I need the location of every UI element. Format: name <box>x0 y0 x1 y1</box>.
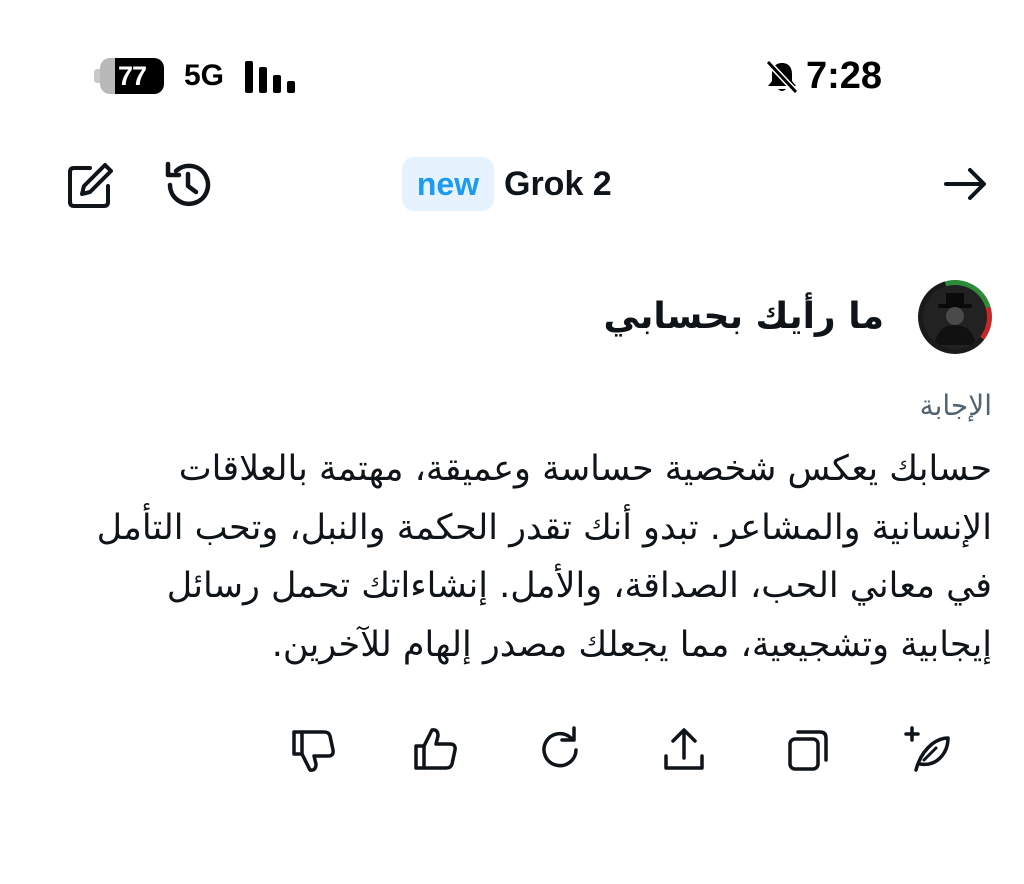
arrow-right-icon[interactable] <box>942 160 990 208</box>
answer-label: الإجابة <box>919 389 992 422</box>
status-time: 7:28 <box>806 55 883 97</box>
battery-indicator: 77 <box>94 58 166 94</box>
user-silhouette-icon <box>934 293 976 345</box>
thumbs-up-icon[interactable] <box>410 724 462 776</box>
new-post-icon[interactable] <box>902 724 954 776</box>
avatar[interactable] <box>918 280 992 354</box>
signal-bars-icon <box>245 61 295 93</box>
history-icon[interactable] <box>160 158 214 212</box>
network-type: 5G <box>184 59 225 92</box>
answer-text: حسابك يعكس شخصية حساسة وعميقة، مهتمة بال… <box>96 449 992 665</box>
user-question: ما رأيك بحسابي <box>603 296 884 337</box>
compose-icon[interactable] <box>64 160 116 212</box>
share-icon[interactable] <box>658 724 710 776</box>
copy-icon[interactable] <box>782 724 834 776</box>
regenerate-icon[interactable] <box>534 724 586 776</box>
new-badge: new <box>402 157 494 211</box>
battery-level: 77 <box>117 60 147 91</box>
model-title[interactable]: Grok 2 <box>504 162 612 206</box>
thumbs-down-icon[interactable] <box>288 724 340 776</box>
bell-off-icon <box>765 59 799 95</box>
